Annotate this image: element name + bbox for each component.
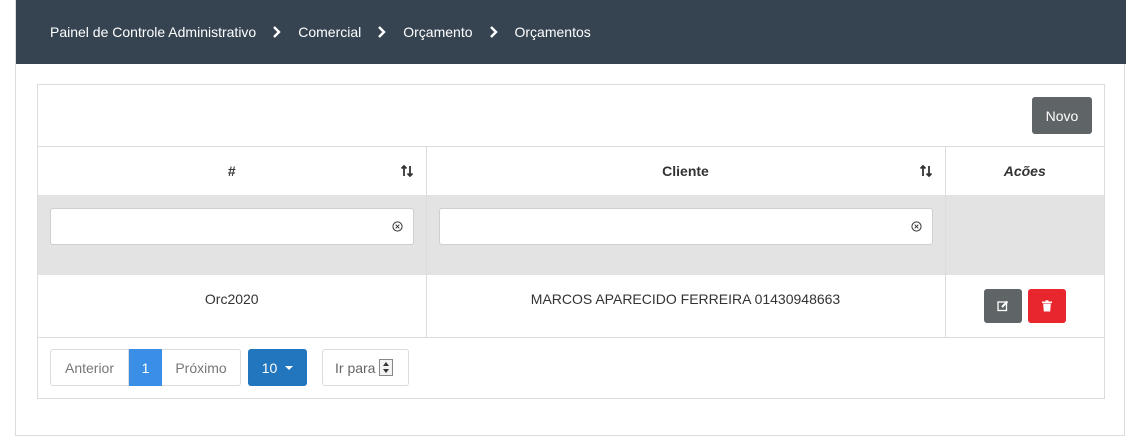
chevron-right-icon [272, 26, 282, 38]
breadcrumb-item-comercial[interactable]: Comercial [298, 24, 361, 40]
page-size-dropdown[interactable]: 10 [248, 349, 307, 386]
chevron-right-icon [377, 26, 387, 38]
breadcrumb-item-painel[interactable]: Painel de Controle Administrativo [50, 24, 256, 40]
delete-button[interactable] [1027, 289, 1066, 323]
table-row: Orc2020 MARCOS APARECIDO FERREIRA 014309… [38, 275, 1104, 338]
filter-cell-empty [945, 195, 1104, 275]
edit-button[interactable] [983, 289, 1022, 323]
cell-actions [945, 275, 1104, 338]
sort-icon[interactable] [919, 164, 933, 178]
new-button[interactable]: Novo [1032, 97, 1092, 134]
page-spinner[interactable] [379, 359, 394, 376]
breadcrumb-item-orcamento[interactable]: Orçamento [403, 24, 472, 40]
breadcrumb-item-orcamentos: Orçamentos [514, 24, 591, 40]
cell-id: Orc2020 [38, 275, 427, 338]
goto-page-field[interactable]: Ir para [322, 349, 409, 386]
pagination: Anterior 1 Próximo [50, 349, 241, 386]
column-header-cliente[interactable]: Cliente [426, 147, 946, 195]
chevron-right-icon [489, 26, 499, 38]
toolbar: Novo [38, 85, 1104, 147]
orcamentos-card: Novo # Cliente Acões Orc2020 MARCOS APAR… [37, 84, 1105, 399]
orcamentos-table: # Cliente Acões Orc2020 MARCOS APARECIDO… [38, 147, 1104, 338]
edit-icon [997, 300, 1009, 312]
page-1-button[interactable]: 1 [129, 349, 162, 386]
column-header-id-label: # [227, 163, 236, 179]
trash-icon [1041, 300, 1052, 312]
filter-id-field[interactable] [50, 208, 414, 245]
spinner-up-icon[interactable] [380, 360, 392, 368]
clear-circle-icon[interactable] [391, 221, 403, 232]
goto-page-label: Ir para [335, 359, 376, 376]
main-panel: Painel de Controle Administrativo Comerc… [15, 0, 1126, 436]
page-size-value: 10 [261, 359, 278, 376]
filter-row [38, 195, 1104, 275]
previous-page-button[interactable]: Anterior [50, 349, 129, 386]
column-header-id[interactable]: # [38, 147, 427, 195]
next-page-button[interactable]: Próximo [162, 349, 241, 386]
filter-cliente-field[interactable] [438, 208, 933, 245]
filter-cliente-input[interactable] [439, 209, 883, 244]
clear-circle-icon[interactable] [910, 221, 922, 232]
caret-down-icon [285, 365, 294, 370]
column-header-acoes: Acões [1003, 163, 1046, 179]
cell-cliente: MARCOS APARECIDO FERREIRA 01430948663 [426, 275, 946, 338]
sort-icon[interactable] [400, 164, 414, 178]
column-header-cliente-label: Cliente [662, 163, 709, 179]
breadcrumb: Painel de Controle Administrativo Comerc… [16, 0, 1126, 64]
filter-id-input[interactable] [51, 209, 377, 244]
spinner-down-icon[interactable] [380, 368, 392, 376]
